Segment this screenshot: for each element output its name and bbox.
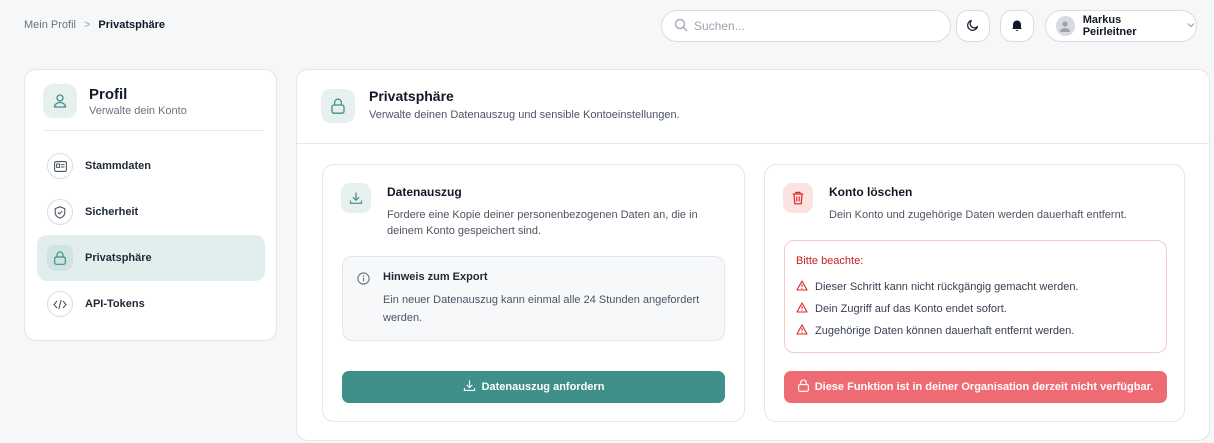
search-icon bbox=[674, 18, 688, 35]
sidebar-subtitle: Verwalte dein Konto bbox=[89, 104, 187, 117]
moon-icon bbox=[966, 18, 980, 35]
notifications-button[interactable] bbox=[1000, 10, 1034, 42]
alert-triangle-icon bbox=[796, 302, 808, 316]
sidebar-item-label: Privatsphäre bbox=[85, 252, 152, 264]
info-icon bbox=[357, 272, 370, 288]
warning-title: Bitte beachte: bbox=[796, 255, 864, 267]
note-text: Ein neuer Datenauszug kann einmal alle 2… bbox=[383, 294, 700, 324]
warning-item: Zugehörige Daten können dauerhaft entfer… bbox=[796, 324, 1074, 338]
warning-text: Dieser Schritt kann nicht rückgängig gem… bbox=[815, 281, 1079, 293]
page-subtitle: Verwalte deinen Datenauszug und sensible… bbox=[369, 109, 680, 121]
sidebar-item-privatsphaere[interactable]: Privatsphäre bbox=[37, 235, 265, 281]
avatar bbox=[1056, 16, 1075, 36]
top-bar: Mein Profil > Privatsphäre Markus Peirle… bbox=[0, 0, 1214, 52]
data-export-card: Datenauszug Fordere eine Kopie deiner pe… bbox=[322, 164, 745, 422]
breadcrumb: Mein Profil > Privatsphäre bbox=[24, 19, 165, 31]
user-name: Markus Peirleitner bbox=[1082, 14, 1137, 38]
delete-account-card: Konto löschen Dein Konto und zugehörige … bbox=[764, 164, 1185, 422]
download-icon bbox=[463, 379, 476, 395]
bell-icon bbox=[1010, 18, 1024, 35]
privacy-panel: Privatsphäre Verwalte deinen Datenauszug… bbox=[296, 69, 1210, 441]
id-card-icon bbox=[47, 153, 73, 179]
warning-text: Dein Zugriff auf das Konto endet sofort. bbox=[815, 303, 1007, 315]
sidebar-item-api-tokens[interactable]: API-Tokens bbox=[37, 281, 265, 327]
alert-triangle-icon bbox=[796, 324, 808, 338]
delete-title: Konto löschen bbox=[829, 185, 913, 199]
sidebar-header: Profil Verwalte dein Konto bbox=[43, 84, 187, 118]
lock-icon bbox=[797, 379, 809, 395]
breadcrumb-separator: > bbox=[83, 19, 91, 31]
breadcrumb-current: Privatsphäre bbox=[98, 19, 166, 31]
sidebar-item-label: API-Tokens bbox=[85, 298, 145, 310]
sidebar-title: Profil bbox=[89, 85, 128, 103]
download-icon bbox=[341, 183, 371, 213]
delete-account-button[interactable]: Diese Funktion ist in deiner Organisatio… bbox=[784, 371, 1167, 403]
search-input[interactable] bbox=[694, 19, 934, 33]
profile-sidebar: Profil Verwalte dein Konto Stammdaten Si… bbox=[24, 69, 277, 341]
export-description: Fordere eine Kopie deiner personenbezoge… bbox=[387, 209, 698, 237]
user-icon bbox=[43, 84, 77, 118]
code-icon bbox=[47, 291, 73, 317]
shield-icon bbox=[47, 199, 73, 225]
lock-icon bbox=[47, 245, 73, 271]
export-note: Hinweis zum Export Ein neuer Datenauszug… bbox=[342, 256, 725, 341]
sidebar-item-sicherheit[interactable]: Sicherheit bbox=[37, 189, 265, 235]
export-title: Datenauszug bbox=[387, 185, 462, 199]
delete-account-label: Diese Funktion ist in deiner Organisatio… bbox=[814, 381, 1154, 393]
alert-triangle-icon bbox=[796, 280, 808, 294]
page-title: Privatsphäre bbox=[369, 88, 454, 104]
page-header: Privatsphäre Verwalte deinen Datenauszug… bbox=[321, 88, 680, 123]
breadcrumb-parent-link[interactable]: Mein Profil bbox=[24, 19, 76, 31]
warning-box: Bitte beachte: Dieser Schritt kann nicht… bbox=[784, 240, 1167, 353]
request-export-label: Datenauszug anfordern bbox=[481, 381, 605, 393]
warning-item: Dieser Schritt kann nicht rückgängig gem… bbox=[796, 280, 1079, 294]
sidebar-item-stammdaten[interactable]: Stammdaten bbox=[37, 143, 265, 189]
sidebar-divider bbox=[43, 130, 264, 131]
user-menu-button[interactable]: Markus Peirleitner bbox=[1045, 10, 1197, 42]
sidebar-item-label: Sicherheit bbox=[85, 206, 139, 218]
note-title: Hinweis zum Export bbox=[383, 271, 488, 283]
sidebar-item-label: Stammdaten bbox=[85, 160, 152, 172]
trash-icon bbox=[783, 183, 813, 213]
lock-icon bbox=[321, 89, 355, 123]
delete-card-header: Konto löschen Dein Konto und zugehörige … bbox=[783, 183, 1169, 223]
chevron-down-icon bbox=[1186, 19, 1196, 33]
export-card-header: Datenauszug Fordere eine Kopie deiner pe… bbox=[341, 183, 707, 239]
delete-description: Dein Konto und zugehörige Daten werden d… bbox=[829, 209, 1127, 221]
warning-text: Zugehörige Daten können dauerhaft entfer… bbox=[815, 325, 1075, 337]
request-export-button[interactable]: Datenauszug anfordern bbox=[342, 371, 725, 403]
search-box[interactable] bbox=[661, 10, 951, 42]
header-divider bbox=[297, 143, 1209, 144]
warning-item: Dein Zugriff auf das Konto endet sofort. bbox=[796, 302, 1007, 316]
theme-toggle-button[interactable] bbox=[956, 10, 990, 42]
